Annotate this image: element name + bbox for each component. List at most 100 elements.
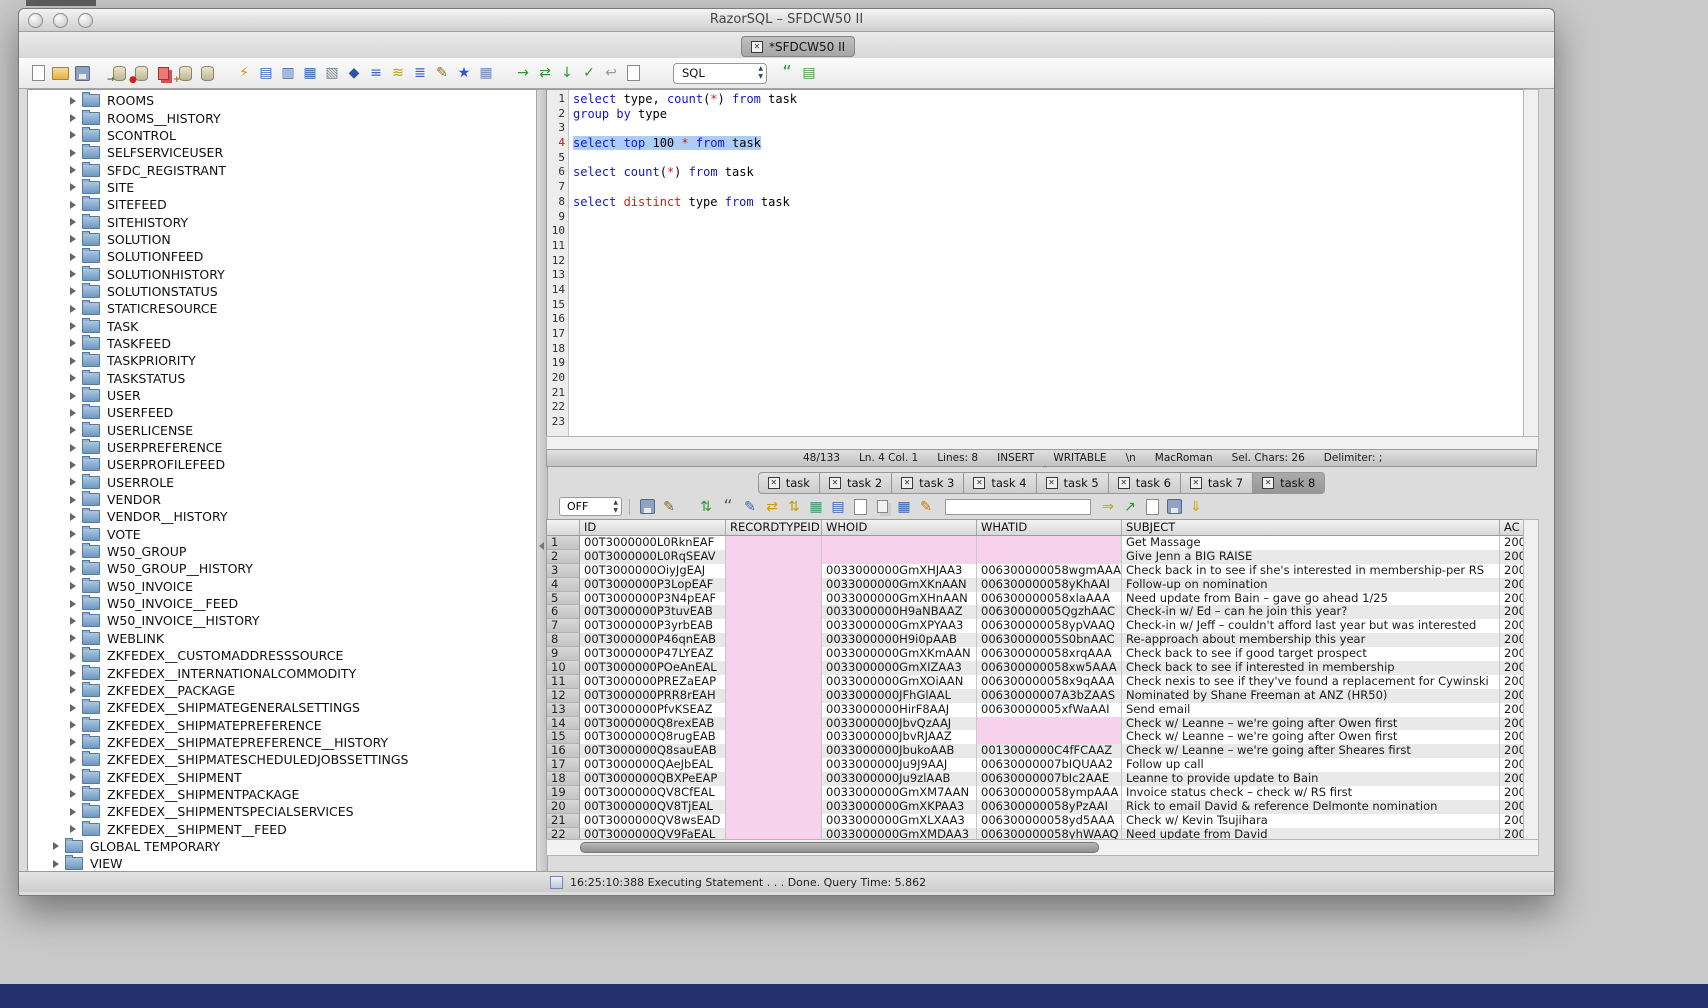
data-cell[interactable]: 00T3000000QV8wsEAD bbox=[580, 814, 726, 828]
expand-triangle-icon[interactable] bbox=[70, 773, 76, 781]
data-cell[interactable] bbox=[726, 800, 822, 814]
row-number-cell[interactable]: 13 bbox=[547, 703, 580, 717]
sidebar-table-item[interactable]: SITEHISTORY bbox=[28, 213, 537, 230]
result-tab[interactable]: ✕task 3 bbox=[891, 472, 963, 494]
expand-triangle-icon[interactable] bbox=[70, 270, 76, 278]
copy-results-icon[interactable] bbox=[872, 497, 892, 517]
data-cell[interactable] bbox=[726, 564, 822, 578]
data-cell[interactable]: Follow-up on nomination bbox=[1122, 578, 1500, 592]
expand-triangle-icon[interactable] bbox=[70, 444, 76, 452]
sidebar-table-item[interactable]: STATICRESOURCE bbox=[28, 300, 537, 317]
data-cell[interactable]: 00T3000000P3tuvEAB bbox=[580, 605, 726, 619]
expand-triangle-icon[interactable] bbox=[70, 409, 76, 417]
close-tab-icon[interactable]: ✕ bbox=[1046, 477, 1058, 489]
data-cell[interactable]: 006300000058yPzAAI bbox=[977, 800, 1122, 814]
data-cell[interactable]: 200 bbox=[1500, 647, 1524, 661]
sidebar-table-item[interactable]: ZKFEDEX__SHIPMENT bbox=[28, 768, 537, 785]
expand-triangle-icon[interactable] bbox=[70, 548, 76, 556]
editor-code-area[interactable]: select type, count(*) from taskgroup by … bbox=[569, 90, 797, 437]
sidebar-table-item[interactable]: ZKFEDEX__PACKAGE bbox=[28, 682, 537, 699]
data-cell[interactable]: 200 bbox=[1500, 703, 1524, 717]
new-connection-icon[interactable]: + bbox=[175, 63, 195, 83]
expand-triangle-icon[interactable] bbox=[70, 218, 76, 226]
sidebar-table-item[interactable]: SITE bbox=[28, 179, 537, 196]
expand-triangle-icon[interactable] bbox=[70, 496, 76, 504]
row-number-cell[interactable]: 1 bbox=[547, 536, 580, 550]
data-cell[interactable] bbox=[726, 730, 822, 744]
refresh-results-icon[interactable]: ⇅ bbox=[696, 497, 716, 517]
data-cell[interactable]: 0013000000C4fFCAAZ bbox=[977, 744, 1122, 758]
data-cell[interactable]: Give Jenn a BIG RAISE bbox=[1122, 550, 1500, 564]
close-tab-icon[interactable]: ✕ bbox=[973, 477, 985, 489]
data-cell[interactable]: Check w/ Leanne – we're going after Owen… bbox=[1122, 730, 1500, 744]
data-cell[interactable] bbox=[726, 772, 822, 786]
column-header[interactable] bbox=[547, 520, 580, 535]
expand-triangle-icon[interactable] bbox=[70, 287, 76, 295]
data-cell[interactable]: Check nexis to see if they've found a re… bbox=[1122, 675, 1500, 689]
data-cell[interactable]: 00T3000000P3yrbEAB bbox=[580, 619, 726, 633]
data-cell[interactable]: 0033000000GmXKmAAN bbox=[822, 647, 977, 661]
expand-triangle-icon[interactable] bbox=[70, 166, 76, 174]
row-number-cell[interactable]: 14 bbox=[547, 717, 580, 731]
data-cell[interactable]: 0033000000HirF8AAJ bbox=[822, 703, 977, 717]
export-icon[interactable]: ↗ bbox=[1120, 497, 1140, 517]
data-cell[interactable]: 00T3000000L0RknEAF bbox=[580, 536, 726, 550]
data-cell[interactable]: Send email bbox=[1122, 703, 1500, 717]
data-cell[interactable]: 00T3000000QBXPeEAP bbox=[580, 772, 726, 786]
expand-triangle-icon[interactable] bbox=[70, 808, 76, 816]
expand-triangle-icon[interactable] bbox=[70, 686, 76, 694]
data-cell[interactable]: 00T3000000P3LopEAF bbox=[580, 578, 726, 592]
data-cell[interactable]: 200 bbox=[1500, 661, 1524, 675]
row-number-cell[interactable]: 11 bbox=[547, 675, 580, 689]
sidebar-table-item[interactable]: ZKFEDEX__SHIPMENT__FEED bbox=[28, 820, 537, 837]
expand-triangle-icon[interactable] bbox=[70, 756, 76, 764]
open-file-icon[interactable] bbox=[50, 63, 70, 83]
data-cell[interactable]: 0033000000H9i0pAAB bbox=[822, 633, 977, 647]
data-cell[interactable]: 200 bbox=[1500, 550, 1524, 564]
expand-triangle-icon[interactable] bbox=[70, 738, 76, 746]
data-cell[interactable]: 0033000000GmXM7AAN bbox=[822, 786, 977, 800]
row-number-cell[interactable]: 21 bbox=[547, 814, 580, 828]
data-cell[interactable] bbox=[726, 619, 822, 633]
data-cell[interactable]: Check back to see if interested in membe… bbox=[1122, 661, 1500, 675]
expand-triangle-icon[interactable] bbox=[70, 617, 76, 625]
save-icon[interactable] bbox=[72, 63, 92, 83]
sidebar-table-item[interactable]: SOLUTIONFEED bbox=[28, 248, 537, 265]
sidebar-table-item[interactable]: USERROLE bbox=[28, 474, 537, 491]
data-cell[interactable]: 006300000058yd5AAA bbox=[977, 814, 1122, 828]
column-header[interactable]: WHATID bbox=[977, 520, 1122, 535]
column-header[interactable]: RECORDTYPEID bbox=[726, 520, 822, 535]
sidebar-table-item[interactable]: TASKSTATUS bbox=[28, 370, 537, 387]
data-cell[interactable] bbox=[726, 592, 822, 606]
expand-triangle-icon[interactable] bbox=[70, 478, 76, 486]
data-cell[interactable] bbox=[726, 647, 822, 661]
row-number-cell[interactable]: 5 bbox=[547, 592, 580, 606]
data-cell[interactable]: 0033000000JbvQzAAJ bbox=[822, 717, 977, 731]
data-cell[interactable]: Check-in w/ Jeff – couldn't afford last … bbox=[1122, 619, 1500, 633]
data-cell[interactable]: 200 bbox=[1500, 536, 1524, 550]
data-cell[interactable]: Check w/ Leanne – we're going after Owen… bbox=[1122, 717, 1500, 731]
data-cell[interactable] bbox=[977, 550, 1122, 564]
fetch-rows-icon[interactable]: ≋ bbox=[388, 63, 408, 83]
copy-connection-icon[interactable] bbox=[153, 63, 173, 83]
data-cell[interactable]: 200 bbox=[1500, 592, 1524, 606]
connections-icon[interactable] bbox=[197, 63, 217, 83]
column-header[interactable]: ID bbox=[580, 520, 726, 535]
expand-triangle-icon[interactable] bbox=[70, 374, 76, 382]
data-cell[interactable] bbox=[726, 578, 822, 592]
data-cell[interactable]: 00T3000000L0RqSEAV bbox=[580, 550, 726, 564]
data-cell[interactable]: Get Massage bbox=[1122, 536, 1500, 550]
data-cell[interactable] bbox=[726, 633, 822, 647]
sidebar-table-item[interactable]: ZKFEDEX__SHIPMATEGENERALSETTINGS bbox=[28, 699, 537, 716]
data-cell[interactable]: 0033000000GmXHJAA3 bbox=[822, 564, 977, 578]
data-cell[interactable]: 0033000000GmXLXAA3 bbox=[822, 814, 977, 828]
expand-triangle-icon[interactable] bbox=[70, 357, 76, 365]
data-cell[interactable] bbox=[726, 536, 822, 550]
result-tab[interactable]: ✕task 4 bbox=[963, 472, 1035, 494]
data-cell[interactable]: 200 bbox=[1500, 633, 1524, 647]
table-generate-icon[interactable]: ▦ bbox=[806, 497, 826, 517]
sidebar-table-item[interactable]: W50_INVOICE__HISTORY bbox=[28, 612, 537, 629]
expand-triangle-icon[interactable] bbox=[70, 825, 76, 833]
new-file-icon[interactable] bbox=[28, 63, 48, 83]
sidebar-table-item[interactable]: SCONTROL bbox=[28, 127, 537, 144]
